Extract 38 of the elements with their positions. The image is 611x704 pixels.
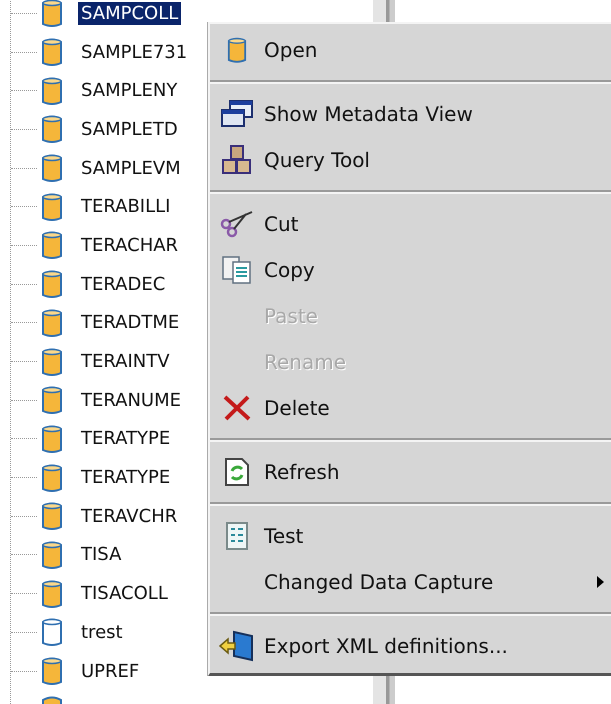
- blocks-icon: [221, 144, 253, 176]
- tree-item[interactable]: TERADEC: [78, 272, 168, 296]
- tree-item[interactable]: TERADTME: [78, 311, 182, 334]
- list-icon: [225, 521, 249, 551]
- tree-item[interactable]: TISA: [78, 543, 124, 566]
- tree-item[interactable]: SAMPLE731: [78, 40, 190, 64]
- menu-item[interactable]: Open: [210, 27, 611, 73]
- tree-item[interactable]: TERAVCHR: [78, 504, 180, 528]
- refresh-icon: [224, 457, 250, 487]
- tree-item[interactable]: SAMPCOLL: [78, 2, 182, 25]
- tree-item[interactable]: TERATYPE: [78, 427, 174, 450]
- menu-item[interactable]: Changed Data Capture: [210, 559, 611, 605]
- tree-item[interactable]: SAMPLEVM: [78, 156, 184, 180]
- menu-item[interactable]: Refresh: [210, 449, 611, 495]
- menu-item[interactable]: Copy: [210, 247, 611, 293]
- exit-door-icon: [218, 630, 256, 662]
- tree-item[interactable]: TERATYPE: [78, 466, 174, 490]
- tree-item[interactable]: SAMPLENY: [78, 79, 180, 102]
- menu-item[interactable]: Query Tool: [210, 137, 611, 183]
- tree-item[interactable]: trest: [78, 620, 126, 644]
- tree-item[interactable]: TERANUME: [78, 388, 184, 412]
- menu-item[interactable]: Cut: [210, 201, 611, 247]
- menu-item[interactable]: Test: [210, 513, 611, 559]
- tree-item[interactable]: SAMPLETD: [78, 118, 181, 141]
- tree-item[interactable]: TISACOLL: [78, 582, 171, 606]
- tree-item[interactable]: TERAINTV: [78, 350, 173, 374]
- scissors-icon: [220, 210, 254, 238]
- tree-item[interactable]: TERABILLI: [78, 195, 174, 218]
- menu-item[interactable]: Export XML definitions...: [210, 623, 611, 669]
- delete-icon: [222, 394, 252, 422]
- windows-icon: [220, 99, 254, 129]
- menu-item[interactable]: Show Metadata View: [210, 91, 611, 137]
- tree-item[interactable]: UPREF: [78, 660, 142, 683]
- copy-icon: [221, 255, 253, 285]
- database-icon: [227, 36, 247, 64]
- tree-item[interactable]: TERACHAR: [78, 234, 182, 257]
- submenu-arrow-icon: [596, 575, 605, 589]
- menu-item[interactable]: Delete: [210, 385, 611, 431]
